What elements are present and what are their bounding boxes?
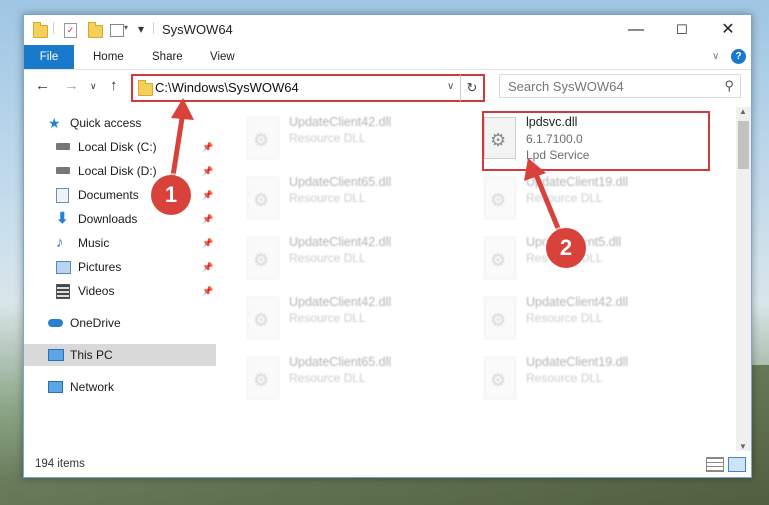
dll-file-icon xyxy=(247,177,279,219)
sidebar-item-network[interactable]: Network xyxy=(48,376,208,398)
dll-file-icon xyxy=(247,357,279,399)
help-icon[interactable]: ? xyxy=(731,49,746,64)
file-explorer-window: | ✓ ▾ ▾ | SysWOW64 — ☐ ✕ File Home Share… xyxy=(23,14,752,478)
sidebar-item-local-disk-c[interactable]: Local Disk (C:) 📌 xyxy=(56,136,216,158)
dll-file-icon xyxy=(247,237,279,279)
file-item[interactable]: UpdateClient42.dll Resource DLL xyxy=(239,291,469,345)
drive-icon xyxy=(56,167,70,174)
pin-icon[interactable]: 📌 xyxy=(202,160,213,182)
file-item[interactable]: UpdateClient42.dll Resource DLL xyxy=(239,231,469,285)
pin-icon[interactable]: 📌 xyxy=(202,136,213,158)
vertical-scrollbar[interactable]: ▲ ▼ xyxy=(736,107,751,451)
star-icon: ★ xyxy=(48,115,61,131)
refresh-button[interactable]: ↻ xyxy=(460,74,485,102)
search-icon[interactable]: ⚲ xyxy=(724,78,734,94)
dll-file-icon xyxy=(247,297,279,339)
back-button[interactable]: ← xyxy=(35,77,50,94)
maximize-button[interactable]: ☐ xyxy=(659,15,705,45)
recent-locations-button[interactable]: ∨ xyxy=(90,81,97,92)
dll-file-icon xyxy=(484,237,516,279)
sidebar-item-pictures[interactable]: Pictures 📌 xyxy=(56,256,216,278)
customize-quick-access-icon[interactable]: ▾ xyxy=(124,23,128,32)
sidebar-item-downloads[interactable]: ⬇ Downloads 📌 xyxy=(56,208,216,230)
pin-icon[interactable]: 📌 xyxy=(202,256,213,278)
quick-access-dropdown-icon[interactable]: ▾ xyxy=(138,22,144,36)
scroll-up-icon[interactable]: ▲ xyxy=(739,107,747,116)
folder-icon xyxy=(33,22,48,38)
file-item[interactable]: UpdateClient19.dll Resource DLL xyxy=(476,171,706,225)
file-item[interactable]: UpdateClient42.dll Resource DLL xyxy=(239,111,469,165)
pin-icon[interactable]: 📌 xyxy=(202,232,213,254)
dll-file-icon xyxy=(247,117,279,159)
tab-file[interactable]: File xyxy=(24,45,74,69)
step-1-badge: 1 xyxy=(151,175,191,215)
minimize-button[interactable]: — xyxy=(613,15,659,45)
file-item[interactable]: UpdateClient42.dll Resource DLL xyxy=(476,291,706,345)
downloads-icon: ⬇ xyxy=(56,210,69,227)
tab-home[interactable]: Home xyxy=(93,45,124,69)
details-view-icon[interactable] xyxy=(706,457,724,472)
search-box[interactable]: ⚲ xyxy=(499,74,741,98)
tab-share[interactable]: Share xyxy=(152,45,183,69)
properties-icon[interactable]: ✓ xyxy=(64,23,77,38)
dll-file-icon xyxy=(484,357,516,399)
videos-icon xyxy=(56,284,70,299)
pc-icon xyxy=(48,349,64,361)
window-title: SysWOW64 xyxy=(162,22,233,37)
tab-view[interactable]: View xyxy=(210,45,235,69)
expand-ribbon-icon[interactable]: ∨ xyxy=(712,45,719,69)
sidebar-item-quick-access[interactable]: ★ Quick access xyxy=(48,112,208,134)
sidebar-item-local-disk-d[interactable]: Local Disk (D:) 📌 xyxy=(56,160,216,182)
new-folder-icon[interactable] xyxy=(88,22,103,38)
drive-icon xyxy=(56,143,70,150)
up-button[interactable]: ↑ xyxy=(110,77,118,94)
file-item[interactable]: UpdateClient65.dll Resource DLL xyxy=(239,351,469,405)
file-item[interactable]: UpdateClient65.dll Resource DLL xyxy=(239,171,469,225)
search-input[interactable] xyxy=(506,75,710,97)
network-icon xyxy=(48,381,63,393)
step-2-badge: 2 xyxy=(546,228,586,268)
sidebar-item-music[interactable]: ♪ Music 📌 xyxy=(56,232,216,254)
file-item[interactable]: UpdateClient5.dll Resource DLL xyxy=(476,231,706,285)
forward-button[interactable]: → xyxy=(64,77,79,94)
sidebar-item-onedrive[interactable]: OneDrive xyxy=(48,312,208,334)
view-options-icon[interactable] xyxy=(110,24,124,37)
status-bar: 194 items xyxy=(24,451,751,477)
title-bar: | ✓ ▾ ▾ | SysWOW64 — ☐ ✕ xyxy=(24,15,751,45)
navigation-bar: ← → ∨ ↑ C:\Windows\SysWOW64 ∨ ↻ ⚲ xyxy=(24,70,751,102)
ribbon-tabs: File Home Share View ∨ ? xyxy=(24,45,751,70)
scroll-thumb[interactable] xyxy=(738,121,749,169)
address-path: C:\Windows\SysWOW64 xyxy=(155,80,299,95)
scroll-down-icon[interactable]: ▼ xyxy=(739,442,747,451)
pictures-icon xyxy=(56,261,71,274)
dll-file-icon xyxy=(484,177,516,219)
navigation-pane: ★ Quick access Local Disk (C:) 📌 Local D… xyxy=(24,107,216,451)
sidebar-item-this-pc[interactable]: This PC xyxy=(24,344,216,366)
pin-icon[interactable]: 📌 xyxy=(202,184,213,206)
address-dropdown-icon[interactable]: ∨ xyxy=(447,81,454,92)
file-item[interactable]: UpdateClient19.dll Resource DLL xyxy=(476,351,706,405)
lpdsvc-highlight-box xyxy=(482,111,710,171)
documents-icon xyxy=(56,188,69,203)
onedrive-icon xyxy=(48,319,63,327)
pin-icon[interactable]: 📌 xyxy=(202,280,213,302)
large-icons-view-icon[interactable] xyxy=(728,457,746,472)
sidebar-item-documents[interactable]: Documents 📌 xyxy=(56,184,216,206)
pin-icon[interactable]: 📌 xyxy=(202,208,213,230)
close-button[interactable]: ✕ xyxy=(705,15,751,45)
music-icon: ♪ xyxy=(56,234,64,251)
item-count: 194 items xyxy=(35,458,85,470)
dll-file-icon xyxy=(484,297,516,339)
address-bar[interactable]: C:\Windows\SysWOW64 ∨ xyxy=(131,74,485,102)
folder-icon xyxy=(138,80,153,96)
sidebar-item-videos[interactable]: Videos 📌 xyxy=(56,280,216,302)
